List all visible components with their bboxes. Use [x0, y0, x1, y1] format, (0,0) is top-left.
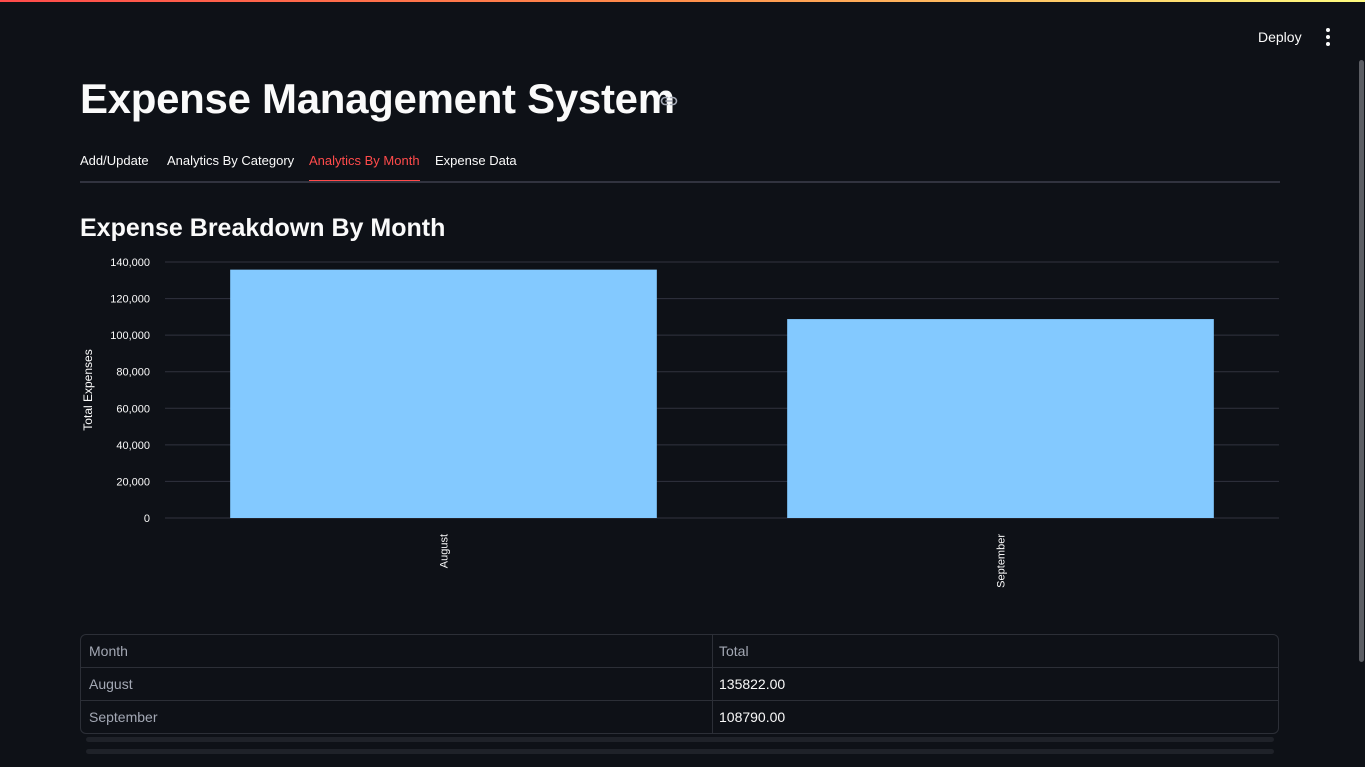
page-title: Expense Management System [80, 75, 675, 122]
y-tick-label: 20,000 [116, 476, 150, 488]
kebab-dot [1326, 35, 1330, 39]
total-cell[interactable]: 108790.00 [713, 701, 1278, 733]
row-index-cell[interactable]: August [81, 668, 713, 701]
y-axis-label: Total Expenses [81, 349, 95, 430]
tab-analytics-by-month[interactable]: Analytics By Month [309, 146, 420, 183]
x-tick-label: August [439, 534, 451, 568]
y-tick-label: 140,000 [110, 257, 150, 269]
y-tick-label: 0 [144, 513, 150, 525]
kebab-dot [1326, 28, 1330, 32]
link-icon[interactable] [660, 94, 678, 108]
y-tick-label: 100,000 [110, 330, 150, 342]
total-cell[interactable]: 135822.00 [713, 668, 1278, 701]
column-header-month[interactable]: Month [81, 635, 713, 668]
y-tick-label: 80,000 [116, 367, 150, 379]
tab-analytics-by-category[interactable]: Analytics By Category [167, 146, 294, 176]
tab-divider [80, 181, 1280, 183]
table-scroll-track [86, 749, 1274, 754]
kebab-vertical-icon[interactable] [1318, 26, 1338, 48]
data-table[interactable]: Month Total August 135822.00 September 1… [80, 634, 1279, 734]
row-index-cell[interactable]: September [81, 701, 713, 733]
bar [787, 319, 1214, 518]
bar [230, 269, 657, 518]
y-tick-label: 60,000 [116, 403, 150, 415]
table-row[interactable]: September 108790.00 [81, 701, 1278, 733]
tab-bar: Add/Update Analytics By Category Analyti… [80, 146, 1280, 183]
top-decoration-bar [0, 0, 1365, 2]
column-header-total[interactable]: Total [713, 635, 1278, 668]
kebab-dot [1326, 42, 1330, 46]
deploy-button[interactable]: Deploy [1250, 26, 1310, 48]
section-subheader: Expense Breakdown By Month [80, 214, 446, 242]
tab-add-update[interactable]: Add/Update [80, 146, 149, 176]
page-scrollbar[interactable] [1359, 60, 1364, 662]
bar-chart: 0 20,000 40,000 60,000 80,000 100,000 120,000 1… [81, 257, 1279, 588]
y-tick-label: 120,000 [110, 294, 150, 306]
table-row[interactable]: August 135822.00 [81, 668, 1278, 701]
x-tick-label: September [996, 534, 1008, 588]
tab-expense-data[interactable]: Expense Data [435, 146, 517, 176]
y-tick-label: 40,000 [116, 440, 150, 452]
table-horizontal-scrollbar[interactable] [86, 737, 1274, 742]
table-header-row: Month Total [81, 635, 1278, 668]
